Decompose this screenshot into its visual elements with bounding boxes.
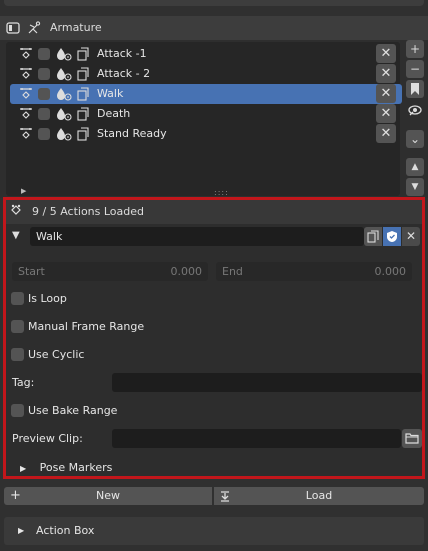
fake-user-drop-icon: [56, 67, 72, 81]
tag-label: Tag:: [12, 376, 35, 389]
checkbox-box[interactable]: [38, 128, 50, 140]
checkbox-box[interactable]: [11, 292, 24, 305]
copy-icon: [367, 230, 379, 243]
expand-arrow-icon: ▶: [20, 464, 27, 473]
copy-icon[interactable]: [76, 47, 90, 61]
new-button-label: New: [96, 489, 120, 502]
bone-action-icon: [18, 67, 32, 81]
list-item-label: Death: [97, 107, 131, 120]
import-icon: [220, 490, 230, 508]
preview-clip-label: Preview Clip:: [12, 432, 83, 445]
fake-user-button[interactable]: [383, 227, 401, 246]
frame-start-label: Start: [18, 265, 45, 278]
checkbox-box[interactable]: [11, 404, 24, 417]
use-bake-range-label: Use Bake Range: [28, 404, 118, 417]
specials-menu-button[interactable]: ⌄: [406, 130, 424, 148]
pose-markers-label: Pose Markers: [39, 461, 113, 474]
list-item[interactable]: Attack -1 ✕: [10, 44, 402, 64]
remove-item-button[interactable]: ✕: [376, 44, 396, 63]
folder-icon: [405, 433, 419, 444]
manual-frame-range-label: Manual Frame Range: [28, 320, 145, 333]
remove-action-button[interactable]: −: [406, 60, 424, 78]
action-box-label: Action Box: [36, 524, 95, 537]
unlink-action-button[interactable]: ✕: [402, 227, 420, 246]
frame-start-value: 0.000: [170, 265, 203, 278]
use-cyclic-label: Use Cyclic: [28, 348, 85, 361]
remove-item-button[interactable]: ✕: [376, 124, 396, 143]
panel-title: Armature: [50, 21, 102, 34]
visibility-button[interactable]: [406, 102, 424, 120]
bone-action-icon: [18, 87, 32, 101]
fake-user-drop-icon: [56, 87, 72, 101]
shield-icon: [387, 231, 397, 242]
checkbox-box[interactable]: [38, 48, 50, 60]
move-up-button[interactable]: ▲: [406, 158, 424, 176]
copy-icon[interactable]: [76, 67, 90, 81]
add-action-button[interactable]: +: [406, 40, 424, 58]
duplicate-action-button[interactable]: [364, 227, 382, 246]
checkbox-box[interactable]: [11, 320, 24, 333]
armature-panel-header[interactable]: Armature: [0, 16, 428, 40]
is-loop-label: Is Loop: [28, 292, 67, 305]
bone-action-icon: [18, 47, 32, 61]
list-item-label: Stand Ready: [97, 127, 167, 140]
actions-loaded-header[interactable]: 9 / 5 Actions Loaded: [6, 200, 422, 224]
actions-loaded-status: 9 / 5 Actions Loaded: [32, 205, 145, 218]
move-down-button[interactable]: ▼: [406, 178, 424, 196]
load-action-button[interactable]: Load: [214, 487, 424, 505]
remove-item-button[interactable]: ✕: [376, 104, 396, 123]
panel-toggle-icon[interactable]: [6, 21, 20, 35]
list-item-label: Walk: [97, 87, 124, 100]
action-list[interactable]: Attack -1 ✕ Attack - 2 ✕ Walk ✕ Death ✕: [6, 42, 402, 197]
list-item[interactable]: Death ✕: [10, 104, 402, 124]
bookmark-icon: [411, 83, 419, 95]
list-item-label: Attack - 2: [97, 67, 151, 80]
previous-panel-edge: [4, 0, 424, 6]
checkbox-box[interactable]: [11, 348, 24, 361]
copy-icon[interactable]: [76, 127, 90, 141]
armature-icon: [27, 21, 43, 35]
new-action-button[interactable]: + New: [4, 487, 212, 505]
list-item-label: Attack -1: [97, 47, 147, 60]
collapse-arrow-icon[interactable]: ▼: [12, 230, 20, 241]
tag-field[interactable]: [112, 373, 422, 392]
close-icon: ✕: [405, 229, 417, 243]
load-button-label: Load: [305, 489, 333, 502]
eye-icon: [408, 105, 422, 116]
fake-user-drop-icon: [56, 107, 72, 121]
list-resize-grip[interactable]: ::::: [214, 188, 229, 197]
frame-start-field[interactable]: Start 0.000: [12, 262, 208, 281]
list-item[interactable]: Stand Ready ✕: [10, 124, 402, 144]
fake-user-drop-icon: [56, 47, 72, 61]
preview-clip-field[interactable]: [112, 429, 401, 448]
action-settings-frame: 9 / 5 Actions Loaded ▼ Walk ✕ Start 0.00…: [3, 197, 425, 479]
bookmark-button[interactable]: [406, 80, 424, 98]
list-item[interactable]: Attack - 2 ✕: [10, 64, 402, 84]
frame-end-label: End: [222, 265, 243, 278]
expand-arrow-icon: ▶: [18, 526, 25, 535]
remove-item-button[interactable]: ✕: [376, 64, 396, 83]
list-item[interactable]: Walk ✕: [10, 84, 402, 104]
browse-clip-button[interactable]: [402, 429, 422, 448]
plus-icon: +: [10, 488, 21, 503]
frame-end-field[interactable]: End 0.000: [216, 262, 412, 281]
action-list-panel: Attack -1 ✕ Attack - 2 ✕ Walk ✕ Death ✕: [0, 40, 428, 198]
copy-icon[interactable]: [76, 87, 90, 101]
action-name-field[interactable]: Walk: [30, 227, 364, 246]
checkbox-box[interactable]: [38, 68, 50, 80]
checkbox-box[interactable]: [38, 108, 50, 120]
remove-item-button[interactable]: ✕: [376, 84, 396, 103]
copy-icon[interactable]: [76, 107, 90, 121]
fake-user-drop-icon: [56, 127, 72, 141]
list-options-arrow-icon[interactable]: ▶: [21, 187, 26, 195]
bone-action-icon: [18, 107, 32, 121]
checkbox-box[interactable]: [38, 88, 50, 100]
pose-markers-subpanel[interactable]: ▶ Pose Markers: [20, 461, 112, 474]
frame-end-value: 0.000: [374, 265, 407, 278]
action-bone-icon: [10, 204, 26, 223]
bone-action-icon: [18, 127, 32, 141]
action-box-panel[interactable]: ▶ Action Box: [4, 517, 424, 545]
